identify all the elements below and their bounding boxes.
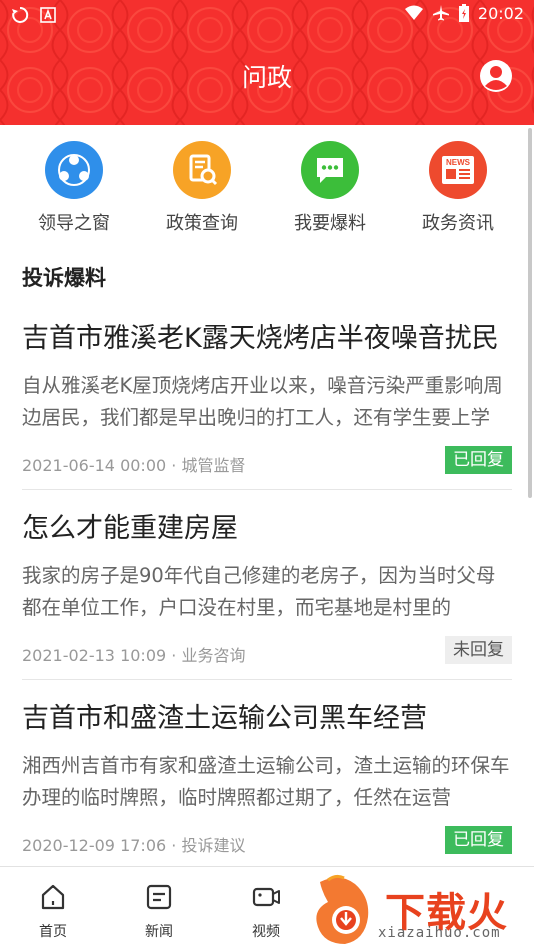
item-category: 投诉建议	[181, 836, 246, 855]
user-profile-icon[interactable]	[478, 58, 514, 94]
item-meta: 2021-02-13 10:09 · 业务咨询	[22, 642, 245, 666]
wifi-icon	[404, 5, 423, 20]
item-date: 2021-06-14 00:00	[22, 456, 167, 475]
news-icon	[146, 884, 172, 910]
item-category: 城管监督	[181, 456, 246, 475]
status-badge: 已回复	[445, 826, 512, 854]
tab-video[interactable]: 视频	[231, 883, 301, 941]
item-summary: 我家的房子是90年代自己修建的老房子，因为当时父母都在单位工作，户口没在村里，而…	[22, 564, 496, 619]
item-category: 业务咨询	[181, 646, 246, 665]
app-a-icon	[40, 7, 56, 23]
tab-news[interactable]: 新闻	[124, 883, 194, 941]
status-badge: 未回复	[445, 636, 512, 664]
section-title: 投诉爆料	[22, 266, 106, 290]
item-summary: 湘西州吉首市有家和盛渣土运输公司，渣土运输的环保车办理的临时牌照，临时牌照都过期…	[22, 754, 510, 809]
airplane-icon	[432, 5, 449, 21]
app-header: 20:02 问政	[0, 0, 534, 125]
item-meta: 2020-12-09 17:06 · 投诉建议	[22, 832, 245, 856]
quick-nav: 领导之窗 政策查询 我要爆料 NEWS 政务资讯	[0, 125, 534, 245]
item-title: 吉首市雅溪老K露天烧烤店半夜噪音扰民	[22, 323, 499, 354]
meta-separator: ·	[171, 836, 182, 855]
video-icon	[252, 887, 280, 907]
watermark-url: xiazaihuo.com	[378, 925, 501, 941]
item-date: 2021-02-13 10:09	[22, 646, 167, 665]
quick-nav-policy[interactable]: 政策查询	[142, 141, 262, 235]
list-item[interactable]: 吉首市雅溪老K露天烧烤店半夜噪音扰民 自从雅溪老K屋顶烧烤店开业以来，噪音污染严…	[22, 300, 512, 490]
status-bar: 20:02	[0, 0, 534, 30]
item-date: 2020-12-09 17:06	[22, 836, 167, 855]
newspaper-icon: NEWS	[429, 141, 487, 199]
document-search-icon	[173, 141, 231, 199]
quick-nav-report[interactable]: 我要爆料	[270, 141, 390, 235]
status-time: 20:02	[477, 3, 524, 23]
item-summary: 自从雅溪老K屋顶烧烤店开业以来，噪音污染严重影响周边居民，我们都是早出晚归的打工…	[22, 374, 503, 429]
news-badge-text: NEWS	[446, 158, 471, 167]
quick-nav-news[interactable]: NEWS 政务资讯	[398, 141, 518, 235]
item-meta: 2021-06-14 00:00 · 城管监督	[22, 452, 245, 476]
sync-icon	[12, 6, 29, 23]
status-badge: 已回复	[445, 446, 512, 474]
people-group-icon	[45, 141, 103, 199]
complaint-list: 吉首市雅溪老K露天烧烤店半夜噪音扰民 自从雅溪老K屋顶烧烤店开业以来，噪音污染严…	[0, 300, 534, 870]
battery-icon	[458, 4, 469, 22]
item-title: 怎么才能重建房屋	[22, 513, 238, 544]
meta-separator: ·	[171, 646, 182, 665]
home-icon	[41, 884, 65, 910]
page-title: 问政	[241, 63, 292, 92]
list-item[interactable]: 吉首市和盛渣土运输公司黑车经营 湘西州吉首市有家和盛渣土运输公司，渣土运输的环保…	[22, 680, 512, 870]
quick-nav-leaders[interactable]: 领导之窗	[14, 141, 134, 235]
chat-bubble-icon	[301, 141, 359, 199]
scrollbar[interactable]	[528, 128, 532, 498]
list-item[interactable]: 怎么才能重建房屋 我家的房子是90年代自己修建的老房子，因为当时父母都在单位工作…	[22, 490, 512, 680]
tab-home[interactable]: 首页	[18, 883, 88, 941]
meta-separator: ·	[171, 456, 182, 475]
item-title: 吉首市和盛渣土运输公司黑车经营	[22, 703, 427, 734]
